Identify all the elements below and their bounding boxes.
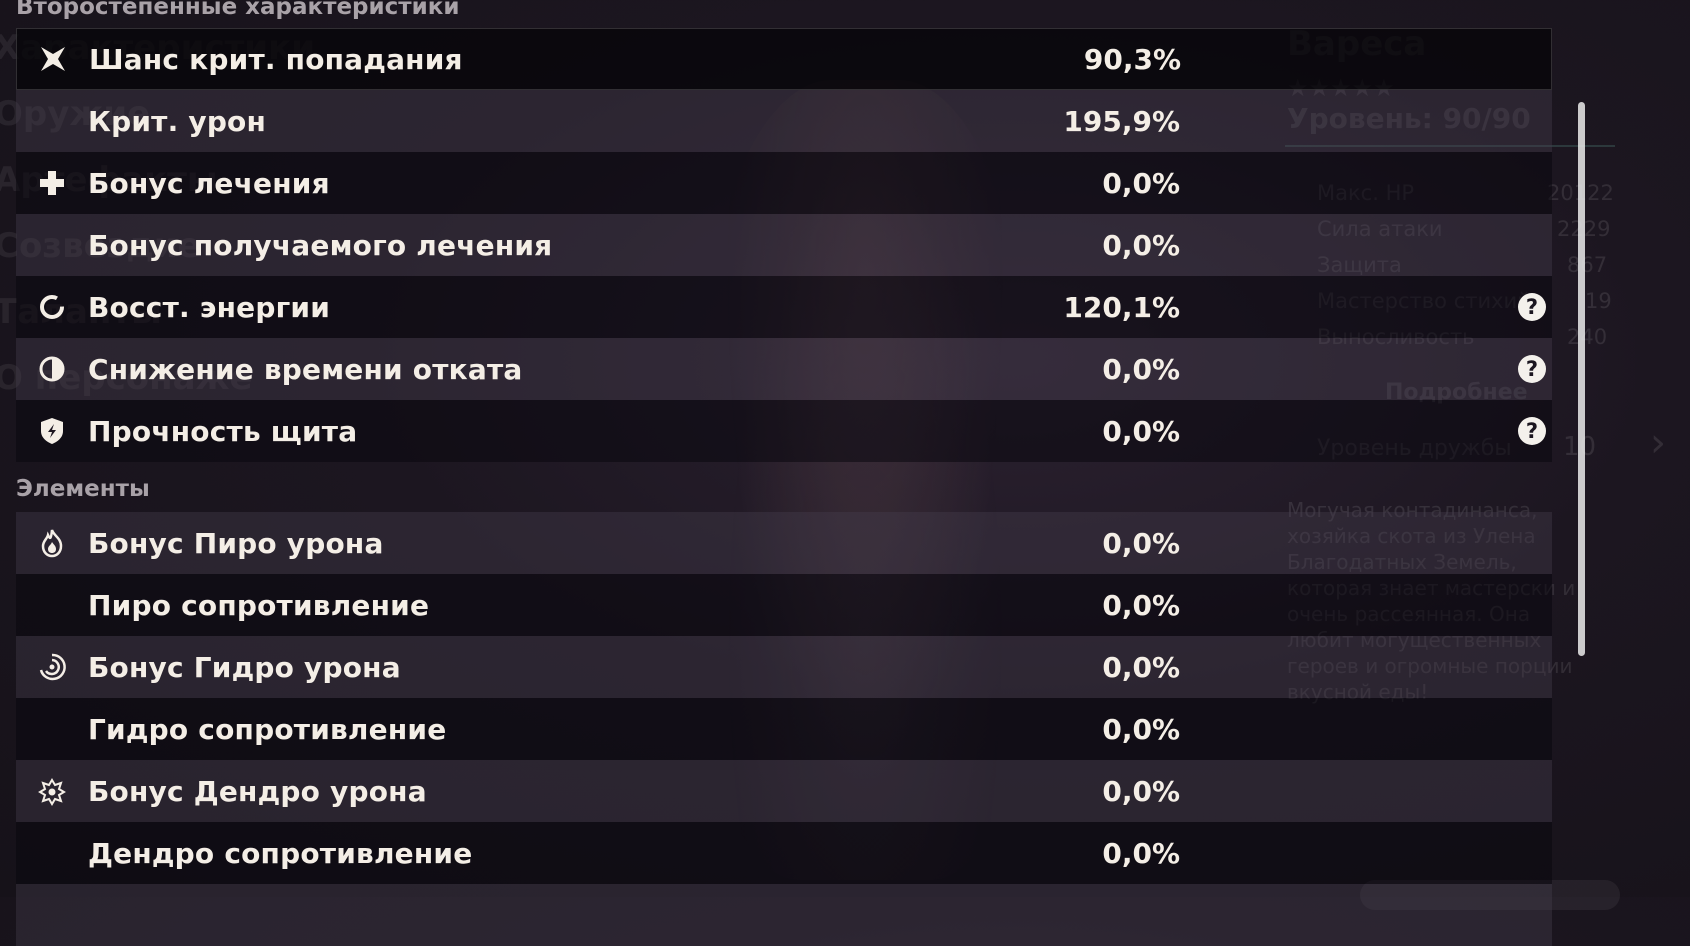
stat-value: 195,9% [1063,104,1180,138]
stat-value: 0,0% [1102,228,1180,262]
stat-row-hydro-res[interactable]: Гидро сопротивление 0,0% [16,698,1552,760]
empty-icon-slot [16,698,88,760]
stat-row-crit-rate[interactable]: Шанс крит. попадания 90,3% [16,28,1552,90]
hydro-icon [16,636,88,698]
stat-label: Пиро сопротивление [88,588,430,622]
stat-value: 90,3% [1083,42,1181,76]
pyro-icon [16,512,88,574]
stat-row-hydro-bonus[interactable]: Бонус Гидро урона 0,0% [16,636,1552,698]
dendro-icon [16,760,88,822]
stat-value: 0,0% [1102,650,1180,684]
stat-value: 0,0% [1102,836,1180,870]
stat-label: Шанс крит. попадания [89,42,463,76]
section-secondary-title: Второстепенные характеристики [16,0,460,20]
stat-row-healing-bonus[interactable]: Бонус лечения 0,0% [16,152,1552,214]
stat-row-dendro-bonus[interactable]: Бонус Дендро урона 0,0% [16,760,1552,822]
stat-label: Гидро сопротивление [88,712,447,746]
stat-row-pyro-res[interactable]: Пиро сопротивление 0,0% [16,574,1552,636]
stat-value: 0,0% [1102,712,1180,746]
stat-value: 0,0% [1102,414,1180,448]
empty-icon-slot [16,822,88,884]
stat-label: Прочность щита [88,414,358,448]
stat-label: Крит. урон [88,104,267,138]
stat-value: 0,0% [1102,588,1180,622]
empty-icon-slot [16,90,88,152]
stat-label: Снижение времени отката [88,352,523,386]
stat-value: 0,0% [1102,166,1180,200]
chevron-right-icon: › [1650,420,1666,466]
help-icon[interactable]: ? [1518,355,1546,383]
stat-value: 0,0% [1102,352,1180,386]
bg-stat-value: 240 [1567,325,1608,349]
stat-row-cooldown-reduction[interactable]: Снижение времени отката 0,0% ? [16,338,1552,400]
healing-bonus-icon [16,152,88,214]
empty-icon-slot [16,214,88,276]
crit-rate-icon [17,28,89,90]
stat-value: 0,0% [1102,774,1180,808]
stat-value: 120,1% [1063,290,1180,324]
help-icon[interactable]: ? [1518,417,1546,445]
stat-label: Бонус Гидро урона [88,650,401,684]
stat-row-partial [16,884,1552,946]
energy-recharge-icon [16,276,88,338]
cooldown-reduction-icon [16,338,88,400]
stat-value: 0,0% [1102,526,1180,560]
stat-label: Бонус Пиро урона [88,526,384,560]
empty-icon-slot [16,574,88,636]
stat-label: Восст. энергии [88,290,331,324]
stat-row-pyro-bonus[interactable]: Бонус Пиро урона 0,0% [16,512,1552,574]
scrollbar[interactable] [1578,102,1585,656]
help-icon[interactable]: ? [1518,293,1546,321]
stat-row-shield-strength[interactable]: Прочность щита 0,0% ? [16,400,1552,462]
bg-stat-value: 867 [1567,253,1608,277]
stat-row-dendro-res[interactable]: Дендро сопротивление 0,0% [16,822,1552,884]
bg-stat-value: 19 [1585,289,1612,313]
stat-label: Бонус получаемого лечения [88,228,553,262]
section-elements-title: Элементы [16,476,150,502]
stat-row-incoming-healing[interactable]: Бонус получаемого лечения 0,0% [16,214,1552,276]
shield-strength-icon [16,400,88,462]
stat-label: Бонус Дендро урона [88,774,427,808]
stat-row-crit-dmg[interactable]: Крит. урон 195,9% [16,90,1552,152]
stat-label: Бонус лечения [88,166,330,200]
stat-row-energy-recharge[interactable]: Восст. энергии 120,1% ? [16,276,1552,338]
stat-label: Дендро сопротивление [88,836,473,870]
